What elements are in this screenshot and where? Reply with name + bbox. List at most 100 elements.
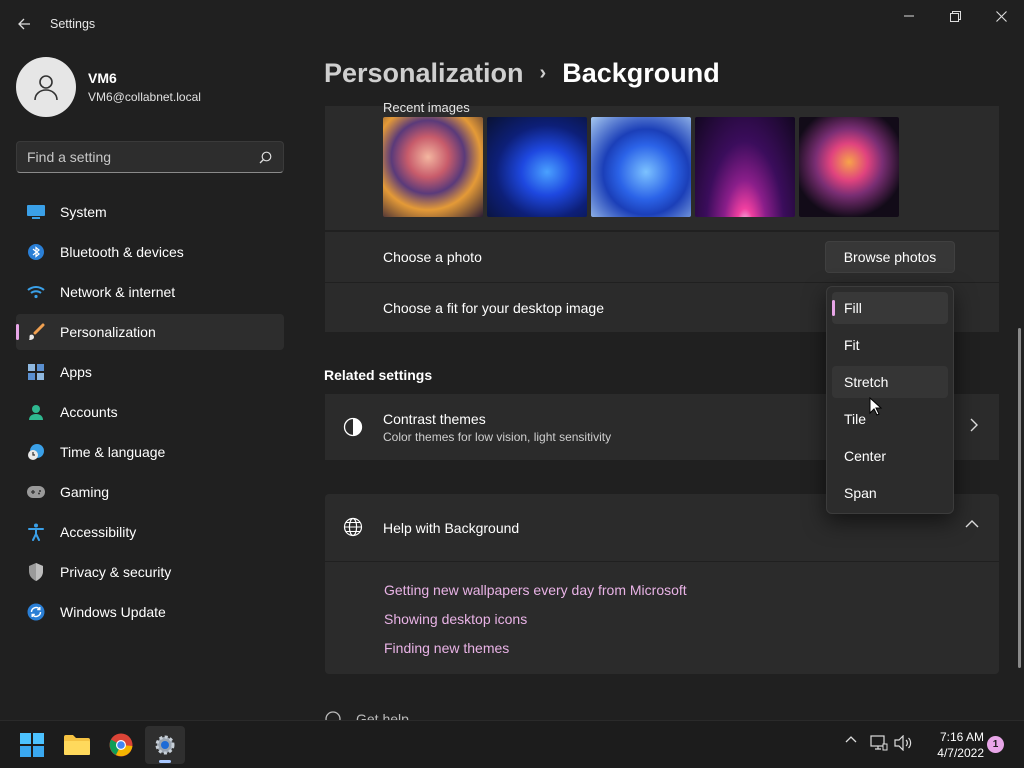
recent-images-list (383, 117, 899, 217)
recent-image-thumbnail[interactable] (695, 117, 795, 217)
help-link-new-wallpapers[interactable]: Getting new wallpapers every day from Mi… (384, 582, 687, 598)
sidebar-item-label: Network & internet (60, 284, 176, 300)
search-input[interactable] (27, 149, 257, 165)
contrast-themes-title: Contrast themes (383, 411, 486, 427)
tray-network-button[interactable] (869, 735, 889, 751)
gamepad-icon (26, 482, 46, 502)
clock-time: 7:16 AM (939, 730, 984, 744)
app-title: Settings (50, 17, 96, 31)
breadcrumb: Personalization › Background (324, 58, 720, 89)
sidebar-item-gaming[interactable]: Gaming (16, 474, 284, 510)
wifi-icon (26, 282, 46, 302)
tray-overflow-button[interactable] (843, 735, 859, 743)
fit-option-stretch[interactable]: Stretch (832, 366, 948, 398)
sidebar-item-label: Apps (60, 364, 92, 380)
choose-photo-label: Choose a photo (383, 249, 482, 265)
help-background-title: Help with Background (383, 520, 520, 536)
back-button[interactable] (10, 10, 38, 38)
choose-fit-label: Choose a fit for your desktop image (383, 299, 605, 316)
sidebar-item-label: System (60, 204, 107, 220)
taskbar: 7:16 AM 4/7/2022 1 (0, 720, 1024, 768)
related-settings-heading: Related settings (324, 367, 433, 383)
help-link-desktop-icons[interactable]: Showing desktop icons (384, 611, 527, 627)
folder-icon (64, 735, 90, 755)
sidebar-item-label: Windows Update (60, 604, 166, 620)
profile-name: VM6 (88, 70, 117, 86)
profile-email: VM6@collabnet.local (88, 90, 201, 104)
sidebar-item-apps[interactable]: Apps (16, 354, 284, 390)
taskbar-chrome[interactable] (101, 726, 141, 764)
windows-logo-icon (20, 733, 44, 757)
accounts-icon (26, 402, 46, 422)
network-monitor-icon (870, 735, 888, 751)
sidebar-item-accessibility[interactable]: Accessibility (16, 514, 284, 550)
restore-button[interactable] (932, 0, 978, 32)
contrast-icon (343, 417, 363, 437)
shield-icon (26, 562, 46, 582)
sidebar-nav: System Bluetooth & devices Network & int… (16, 194, 284, 634)
fit-option-center[interactable]: Center (832, 440, 948, 472)
breadcrumb-separator: › (539, 62, 547, 84)
notification-badge[interactable]: 1 (987, 736, 1004, 753)
fit-option-fit[interactable]: Fit (832, 329, 948, 361)
taskbar-clock[interactable]: 7:16 AM 4/7/2022 (920, 729, 984, 761)
recent-image-thumbnail[interactable] (799, 117, 899, 217)
restore-icon (949, 10, 961, 22)
mouse-cursor-icon (869, 397, 883, 416)
taskbar-file-explorer[interactable] (57, 726, 97, 764)
apps-icon (26, 362, 46, 382)
sidebar-item-time-language[interactable]: Time & language (16, 434, 284, 470)
clock-globe-icon (26, 442, 46, 462)
sidebar-item-label: Time & language (60, 444, 166, 460)
sidebar-item-system[interactable]: System (16, 194, 284, 230)
close-icon (995, 10, 1007, 22)
update-icon (26, 602, 46, 622)
chrome-icon (109, 733, 133, 757)
sidebar-item-network[interactable]: Network & internet (16, 274, 284, 310)
sidebar-item-privacy-security[interactable]: Privacy & security (16, 554, 284, 590)
search-icon[interactable] (257, 149, 273, 165)
accessibility-icon (26, 522, 46, 542)
avatar (16, 57, 76, 117)
sidebar-item-label: Bluetooth & devices (60, 244, 184, 260)
volume-icon (894, 735, 912, 751)
choose-photo-row: Choose a photo Browse photos (325, 232, 999, 282)
sidebar-item-label: Privacy & security (60, 564, 172, 580)
help-background-content: Getting new wallpapers every day from Mi… (325, 562, 999, 674)
recent-images-label: Recent images (383, 100, 470, 115)
content-scrollbar[interactable] (1018, 328, 1021, 668)
recent-image-thumbnail[interactable] (591, 117, 691, 217)
tray-volume-button[interactable] (893, 735, 913, 751)
sidebar-item-label: Accounts (60, 404, 118, 420)
help-link-new-themes[interactable]: Finding new themes (384, 640, 509, 656)
page-title: Background (562, 58, 720, 88)
breadcrumb-parent[interactable]: Personalization (324, 58, 524, 89)
sidebar-item-windows-update[interactable]: Windows Update (16, 594, 284, 630)
sidebar-item-label: Personalization (60, 324, 156, 340)
sidebar-item-bluetooth[interactable]: Bluetooth & devices (16, 234, 284, 270)
taskbar-settings[interactable] (145, 726, 185, 764)
recent-images-card: Recent images (325, 100, 999, 230)
minimize-button[interactable] (886, 0, 932, 32)
fit-option-tile[interactable]: Tile (832, 403, 948, 435)
close-button[interactable] (978, 0, 1024, 32)
user-icon (34, 75, 58, 101)
sidebar-item-personalization[interactable]: Personalization (16, 314, 284, 350)
start-button[interactable] (12, 726, 52, 764)
globe-icon (343, 517, 363, 537)
sidebar-item-label: Accessibility (60, 524, 137, 540)
clock-date: 4/7/2022 (937, 746, 984, 760)
recent-image-thumbnail[interactable] (383, 117, 483, 217)
user-profile[interactable]: VM6 VM6@collabnet.local (16, 57, 201, 117)
minimize-icon (904, 15, 914, 17)
browse-photos-button[interactable]: Browse photos (825, 241, 955, 273)
chevron-up-icon[interactable] (965, 519, 979, 529)
system-icon (26, 202, 46, 222)
recent-image-thumbnail[interactable] (487, 117, 587, 217)
chevron-right-icon (970, 418, 978, 432)
fit-option-span[interactable]: Span (832, 477, 948, 509)
search-box[interactable] (16, 141, 284, 173)
sidebar-item-accounts[interactable]: Accounts (16, 394, 284, 430)
back-arrow-icon (18, 18, 30, 30)
fit-option-fill[interactable]: Fill (832, 292, 948, 324)
